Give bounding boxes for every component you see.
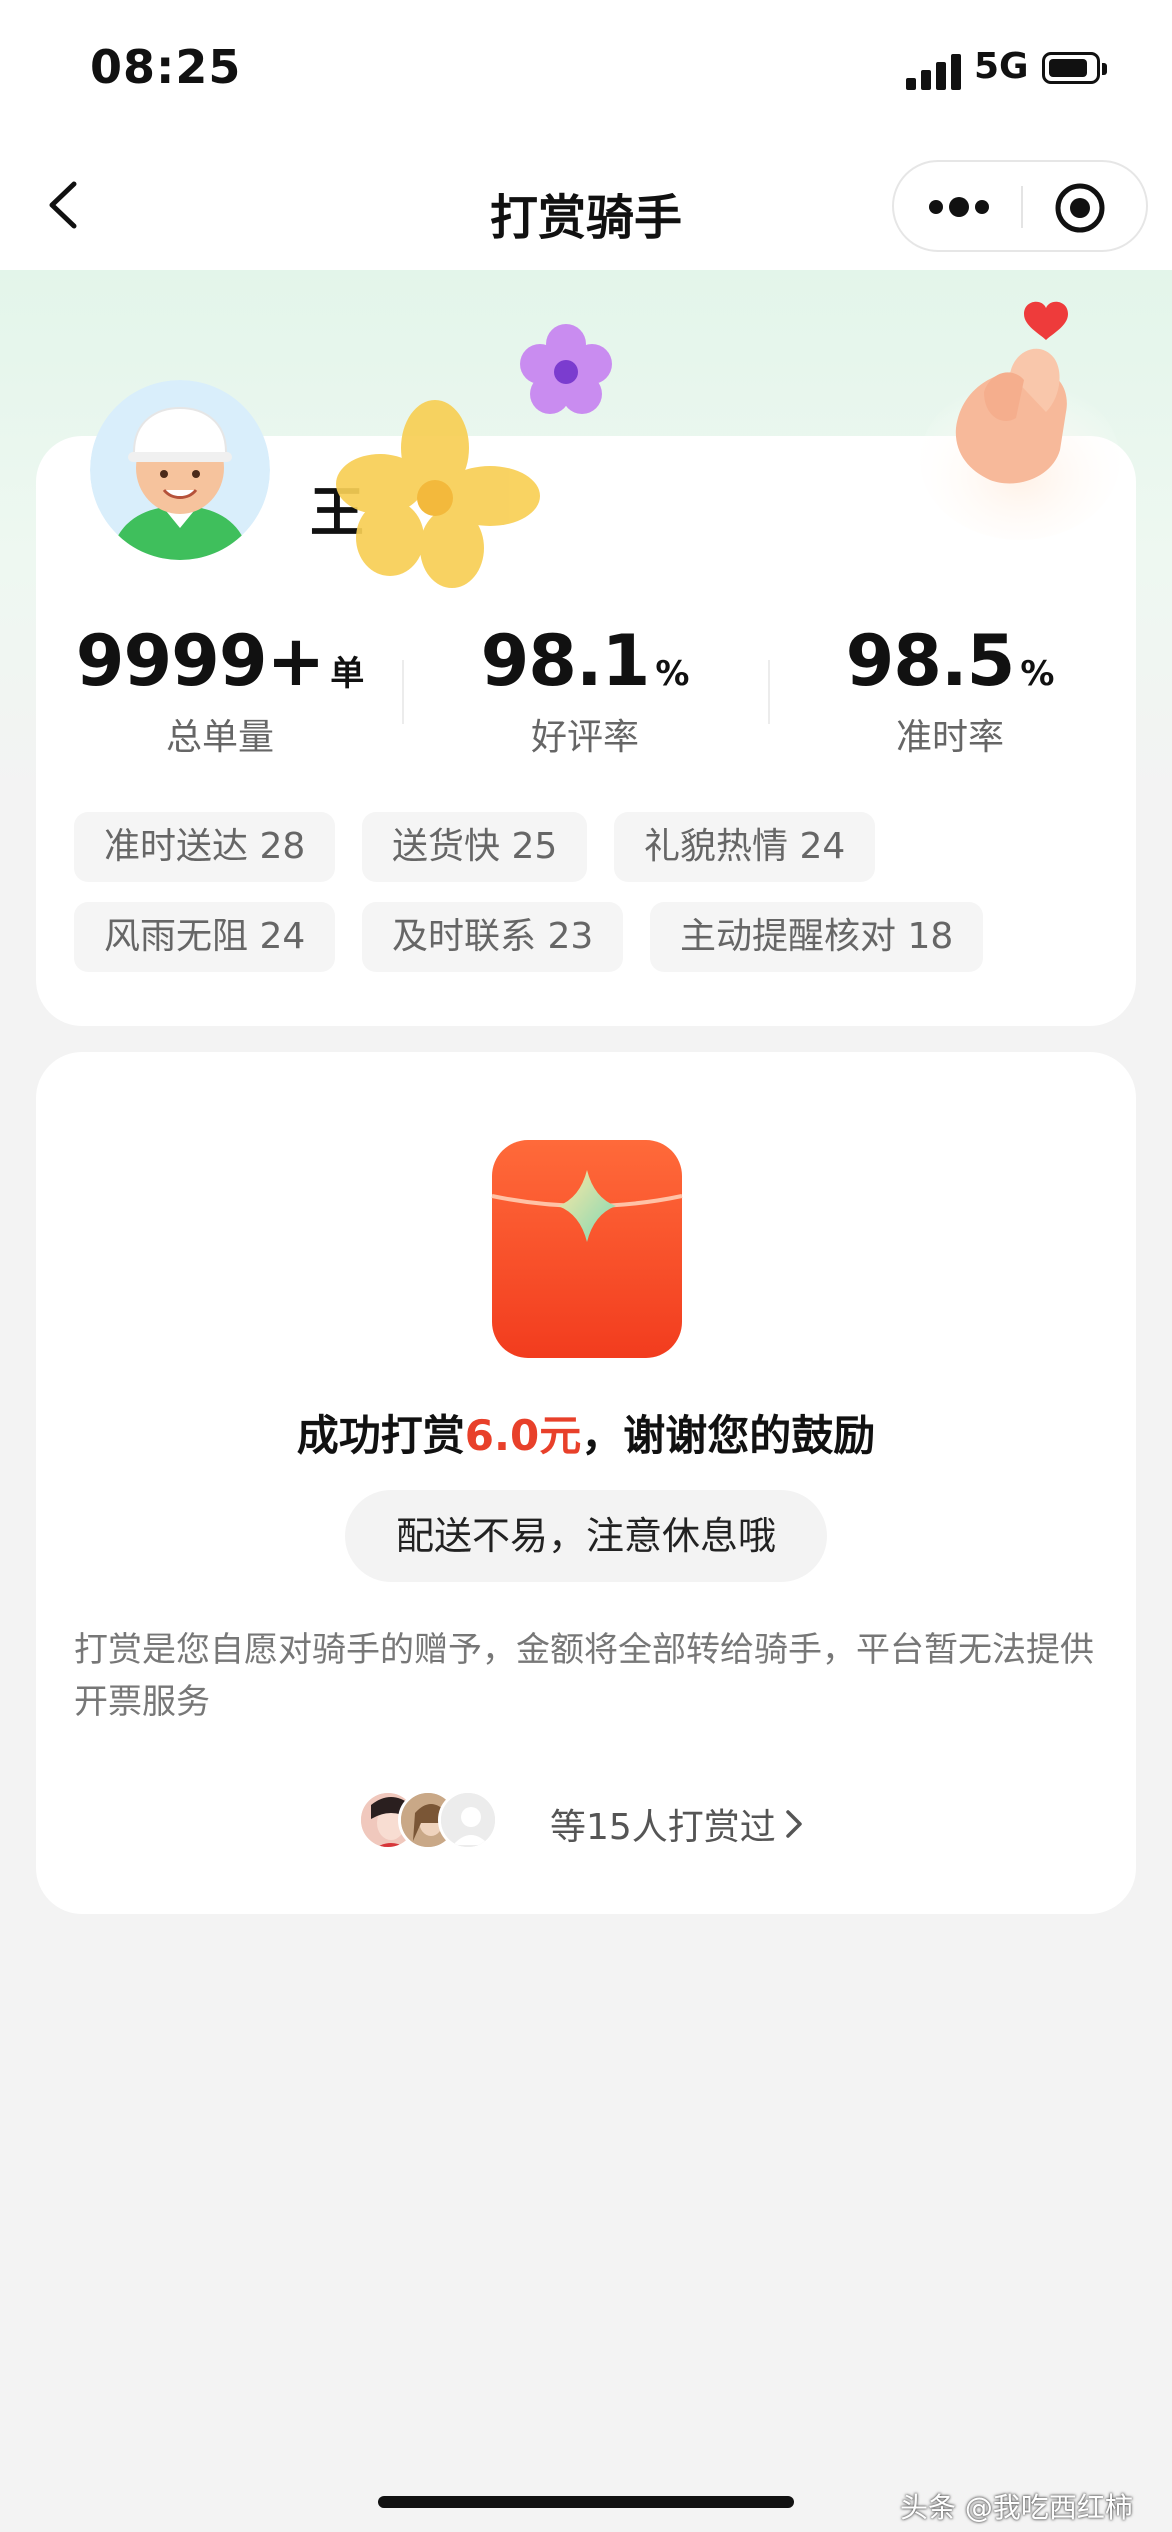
success-prefix: 成功打赏 [296, 1411, 465, 1460]
tag-item: 送货快 25 [362, 812, 588, 882]
stat-label: 好评率 [530, 717, 639, 758]
tag-item: 及时联系 23 [362, 902, 624, 972]
tag-item: 准时送达 28 [74, 812, 336, 882]
stat-divider [402, 660, 404, 724]
more-button[interactable] [924, 184, 994, 230]
nav-bar: 打赏骑手 [0, 140, 1172, 270]
battery-icon [1042, 52, 1107, 84]
reward-notice: 打赏是您自愿对骑手的赠予，金额将全部转给骑手，平台暂无法提供开票服务 [74, 1630, 1094, 1722]
tag-item: 风雨无阻 24 [74, 902, 336, 972]
rider-avatar [90, 380, 270, 560]
back-button[interactable] [40, 180, 90, 230]
yellow-flower-sticker [330, 398, 540, 588]
mini-program-capsule [892, 160, 1148, 252]
givers-link[interactable]: 等15人打赏过 [358, 1790, 818, 1854]
stat-positive-rate: 98.1% 好评率 [405, 620, 765, 760]
stat-total-orders: 9999+ 单 总单量 [40, 620, 400, 760]
stat-unit: % [655, 654, 690, 694]
stat-unit: 单 [330, 654, 365, 694]
red-packet-icon [490, 1138, 684, 1360]
success-suffix: ，谢谢您的鼓励 [581, 1411, 876, 1460]
reward-success-text: 成功打赏6.0元，谢谢您的鼓励 [0, 1402, 1172, 1463]
chevron-left-icon [49, 181, 77, 229]
stat-label: 准时率 [895, 717, 1004, 758]
givers-count: 等15人打赏过 [550, 1807, 776, 1848]
status-time: 08:25 [90, 40, 242, 94]
more-dots-icon [929, 197, 989, 217]
target-icon [1055, 183, 1105, 233]
stat-ontime-rate: 98.5% 准时率 [770, 620, 1130, 760]
stat-value: 9999+ [75, 620, 325, 702]
tag-item: 礼貌热情 24 [614, 812, 876, 882]
stat-value: 98.5 [845, 620, 1016, 702]
reward-message-bubble: 配送不易，注意休息哦 [345, 1490, 827, 1582]
chevron-right-icon [786, 1810, 802, 1838]
capsule-divider [1021, 186, 1023, 228]
stat-value: 98.1 [480, 620, 651, 702]
network-label: 5G [974, 46, 1029, 87]
reward-amount: 6.0元 [464, 1411, 582, 1460]
stat-label: 总单量 [165, 717, 274, 758]
status-bar: 08:25 5G [0, 0, 1172, 140]
tag-item: 主动提醒核对 18 [650, 902, 984, 972]
watermark-text: 头条 @我吃西红柿 [900, 2491, 1133, 2524]
home-indicator [378, 2496, 794, 2508]
close-mini-program-button[interactable] [1054, 182, 1106, 234]
giver-avatar [438, 1790, 498, 1850]
finger-heart-sticker [920, 300, 1120, 540]
purple-flower-sticker [516, 320, 616, 420]
stat-unit: % [1020, 654, 1055, 694]
signal-icon [906, 52, 962, 90]
